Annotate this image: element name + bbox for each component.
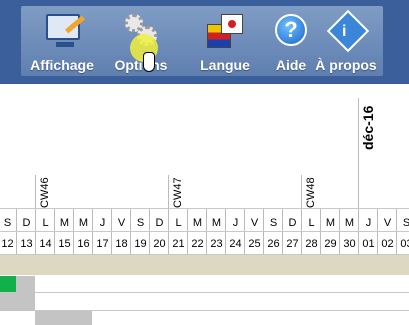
day-letter: S xyxy=(136,217,145,229)
day-number: 03 xyxy=(400,238,409,250)
monitor-icon xyxy=(46,14,86,47)
day-number: 30 xyxy=(343,238,356,250)
grid-line xyxy=(0,292,409,293)
affichage-label: Affichage xyxy=(30,57,94,73)
day-letter: J xyxy=(365,217,372,229)
day-number: 15 xyxy=(58,238,71,250)
task-bar-grey[interactable] xyxy=(0,293,16,311)
day-letter: M xyxy=(211,217,222,229)
day-number: 19 xyxy=(134,238,147,250)
week-label: CW47 xyxy=(172,177,184,208)
day-letter: V xyxy=(250,217,259,229)
affichage-button[interactable]: Affichage xyxy=(26,6,98,76)
day-number: 22 xyxy=(191,238,204,250)
day-letter: M xyxy=(59,217,70,229)
day-letter: S xyxy=(402,217,409,229)
week-divider xyxy=(168,175,169,208)
day-number: 25 xyxy=(248,238,261,250)
aide-button[interactable]: ? Aide xyxy=(269,6,313,76)
a-propos-button[interactable]: i À propos xyxy=(313,6,379,76)
day-letter: D xyxy=(22,217,31,229)
day-number: 18 xyxy=(115,238,128,250)
day-number: 17 xyxy=(96,238,109,250)
week-label: CW46 xyxy=(39,177,51,208)
day-number: 29 xyxy=(324,238,337,250)
day-number: 12 xyxy=(1,238,14,250)
day-letter: S xyxy=(3,217,12,229)
flags-icon xyxy=(207,14,243,48)
help-icon: ? xyxy=(275,14,307,46)
day-letter: D xyxy=(155,217,164,229)
langue-label: Langue xyxy=(200,57,250,73)
month-label: déc-16 xyxy=(360,105,376,150)
day-letter: M xyxy=(344,217,355,229)
toolbar: Affichage Options Langue ? Aide i À prop… xyxy=(21,6,383,76)
day-letter: D xyxy=(288,217,297,229)
day-number: 21 xyxy=(172,238,185,250)
day-letter: M xyxy=(325,217,336,229)
day-letter: V xyxy=(117,217,126,229)
day-letter: M xyxy=(192,217,203,229)
day-letter: L xyxy=(175,217,182,229)
a-propos-label: À propos xyxy=(315,57,377,73)
task-bar-grey[interactable] xyxy=(35,311,92,325)
summary-band xyxy=(0,255,409,275)
hand-cursor-icon xyxy=(143,52,157,74)
week-divider xyxy=(35,175,36,208)
langue-button[interactable]: Langue xyxy=(193,6,257,76)
day-number: 02 xyxy=(381,238,394,250)
grid-line xyxy=(0,208,409,209)
day-number: 14 xyxy=(39,238,52,250)
day-letter: M xyxy=(78,217,89,229)
day-letter: L xyxy=(308,217,315,229)
task-bar-green[interactable] xyxy=(0,276,16,292)
day-number: 16 xyxy=(77,238,90,250)
day-number: 13 xyxy=(20,238,33,250)
grid-line xyxy=(0,231,409,232)
info-icon: i xyxy=(326,9,370,53)
week-label: CW48 xyxy=(305,177,317,208)
day-letter: L xyxy=(42,217,49,229)
day-number: 24 xyxy=(229,238,242,250)
day-number: 27 xyxy=(286,238,299,250)
task-bar-grey[interactable] xyxy=(16,276,35,311)
day-number: 28 xyxy=(305,238,318,250)
aide-label: Aide xyxy=(275,57,307,73)
day-letter: J xyxy=(99,217,106,229)
month-divider xyxy=(358,98,359,208)
day-number: 01 xyxy=(362,238,375,250)
day-letter: V xyxy=(383,217,392,229)
week-divider xyxy=(301,175,302,208)
day-number: 26 xyxy=(267,238,280,250)
day-letter: S xyxy=(269,217,278,229)
day-letter: J xyxy=(232,217,239,229)
day-number: 23 xyxy=(210,238,223,250)
day-number: 20 xyxy=(153,238,166,250)
